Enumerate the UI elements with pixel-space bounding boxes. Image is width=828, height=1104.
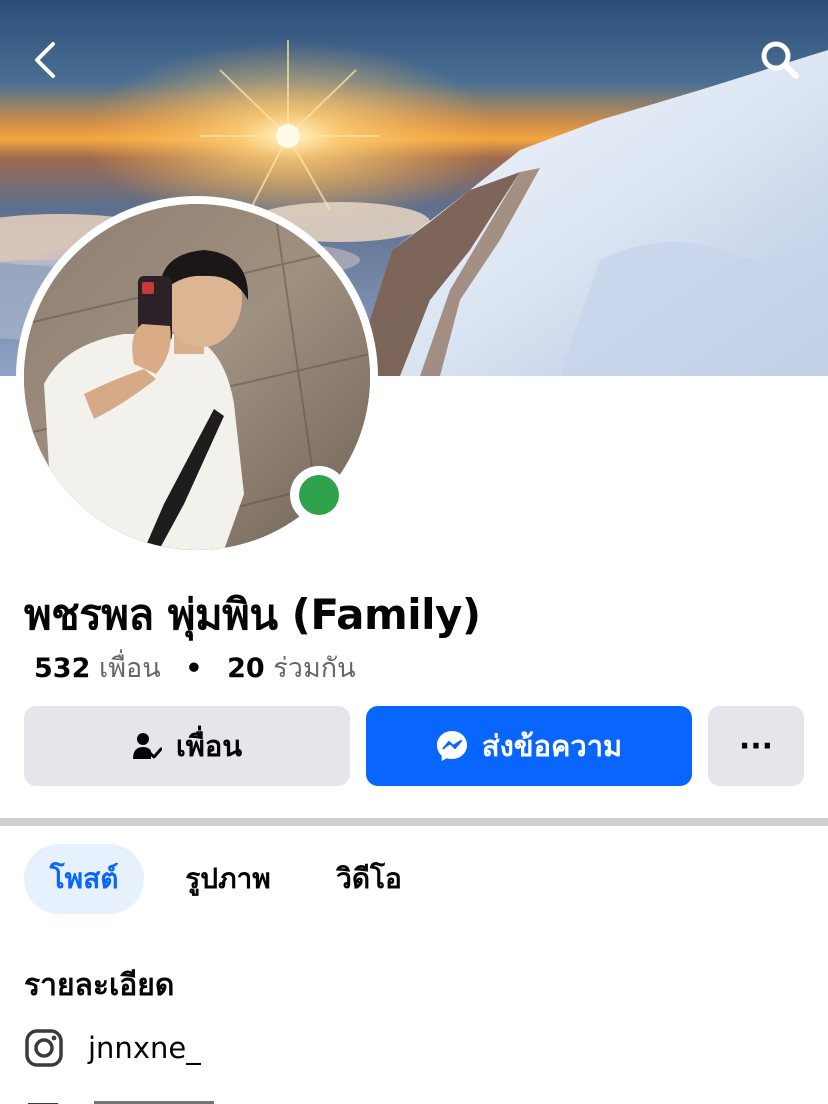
friends-label: เพื่อน bbox=[98, 653, 161, 684]
tab-posts-label: โพสต์ bbox=[49, 862, 119, 895]
profile-name: พชรพล พุ่มพิน (Family) bbox=[24, 590, 481, 639]
person-check-icon bbox=[132, 731, 162, 761]
friends-button[interactable]: เพื่อน bbox=[24, 706, 350, 786]
section-divider bbox=[0, 818, 828, 826]
message-button[interactable]: ส่งข้อความ bbox=[366, 706, 692, 786]
tab-photos[interactable]: รูปภาพ bbox=[160, 844, 296, 914]
messenger-icon bbox=[436, 730, 468, 762]
friend-stats[interactable]: 532 เพื่อน • 20 ร่วมกัน bbox=[34, 646, 356, 689]
online-status-indicator bbox=[290, 466, 348, 524]
tab-videos[interactable]: วิดีโอ bbox=[316, 844, 422, 914]
mutual-count: 20 bbox=[227, 653, 265, 684]
instagram-handle: jnnxne_ bbox=[88, 1031, 201, 1065]
instagram-link[interactable]: jnnxne_ bbox=[24, 1024, 201, 1072]
friends-button-label: เพื่อน bbox=[175, 729, 243, 763]
tab-photos-label: รูปภาพ bbox=[185, 862, 271, 895]
back-button[interactable] bbox=[20, 34, 72, 86]
more-options-icon: ··· bbox=[738, 728, 774, 764]
details-title: รายละเอียด bbox=[24, 968, 175, 1003]
tab-posts[interactable]: โพสต์ bbox=[24, 844, 144, 914]
more-options-button[interactable]: ··· bbox=[708, 706, 804, 786]
search-icon bbox=[761, 41, 799, 79]
message-button-label: ส่งข้อความ bbox=[481, 729, 623, 763]
instagram-icon bbox=[24, 1028, 64, 1068]
stats-separator: • bbox=[185, 653, 203, 684]
friends-count: 532 bbox=[34, 653, 91, 684]
search-button[interactable] bbox=[754, 34, 806, 86]
next-detail-row-partial bbox=[24, 1092, 284, 1104]
profile-page: พชรพล พุ่มพิน (Family) 532 เพื่อน • 20 ร… bbox=[0, 0, 828, 1104]
mutual-label: ร่วมกัน bbox=[273, 653, 356, 684]
chevron-left-icon bbox=[35, 42, 55, 78]
tab-videos-label: วิดีโอ bbox=[336, 862, 402, 895]
